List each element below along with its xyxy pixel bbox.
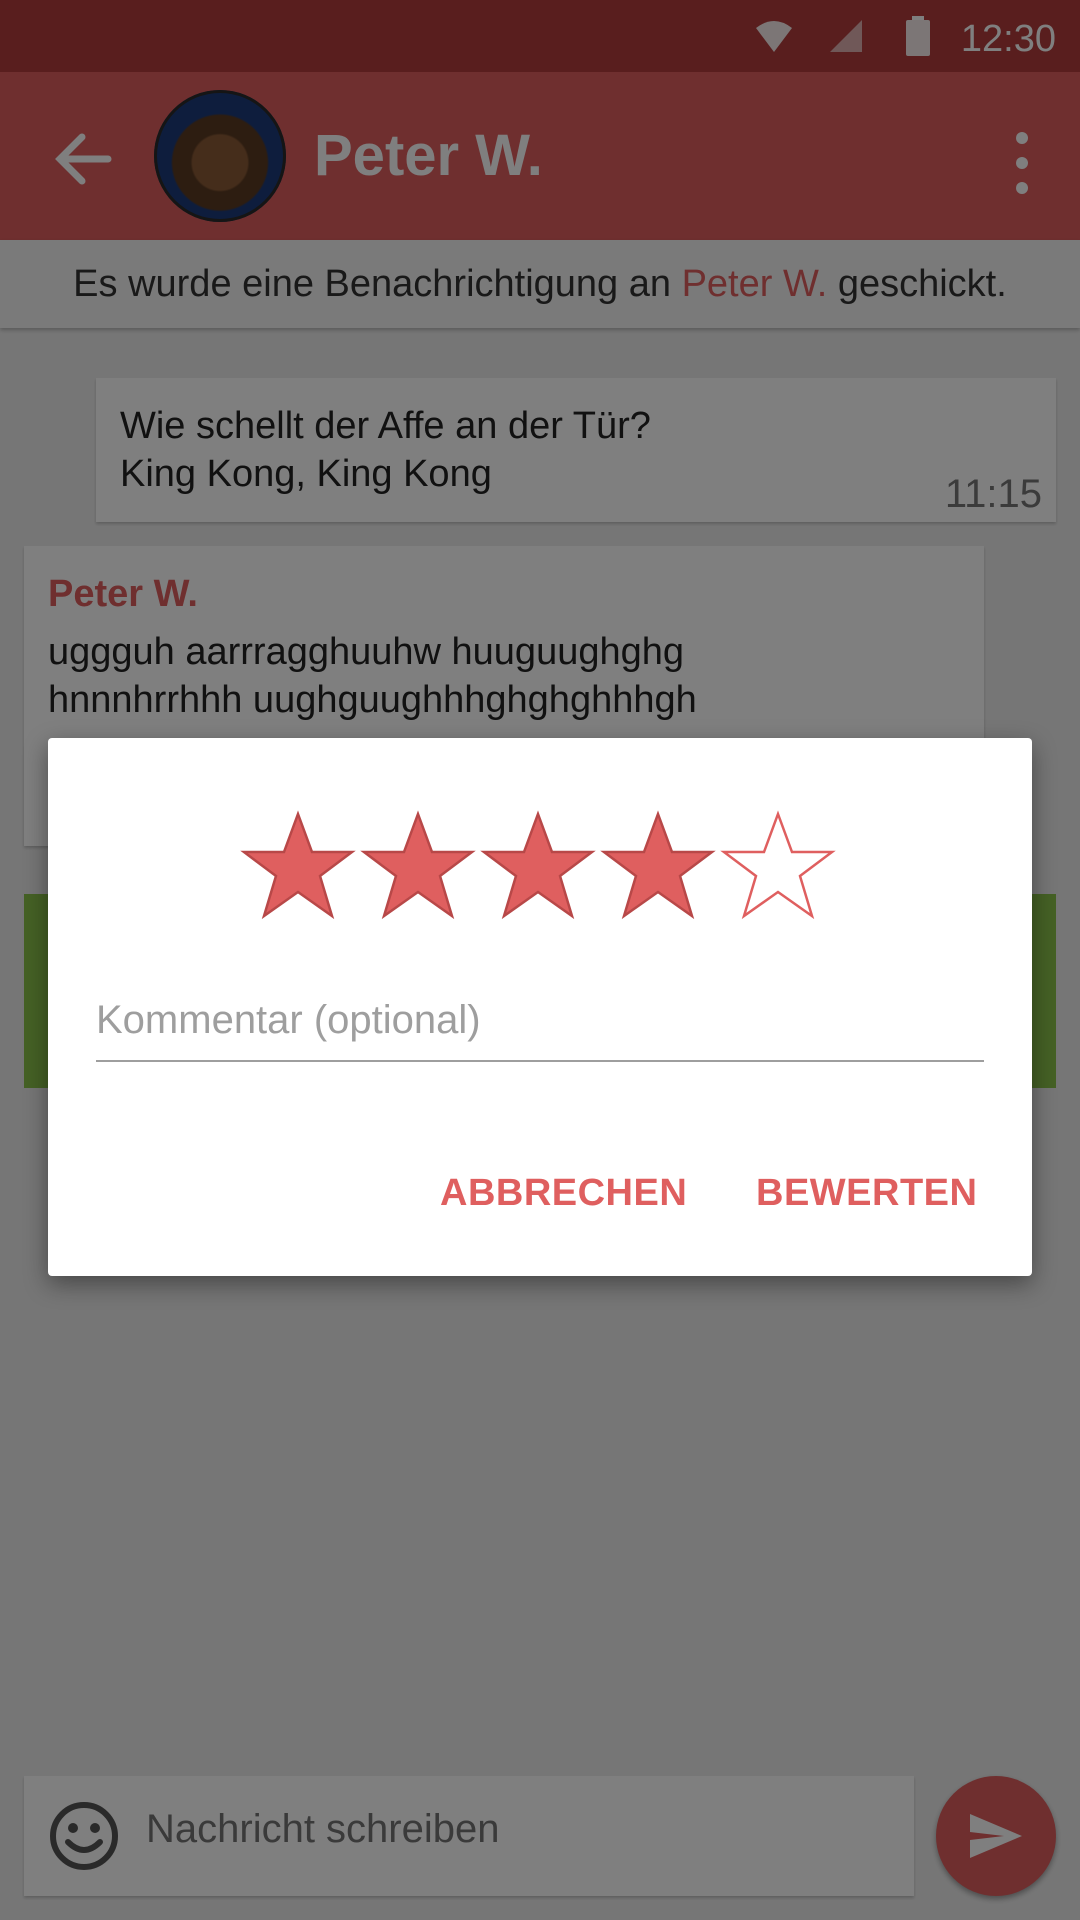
star-filled-icon[interactable] — [598, 808, 718, 928]
rate-button[interactable]: BEWERTEN — [756, 1172, 977, 1215]
comment-input[interactable] — [96, 988, 984, 1062]
star-filled-icon[interactable] — [358, 808, 478, 928]
star-filled-icon[interactable] — [478, 808, 598, 928]
cancel-button[interactable]: ABBRECHEN — [440, 1172, 687, 1215]
rating-dialog: ABBRECHEN BEWERTEN — [48, 738, 1032, 1276]
star-filled-icon[interactable] — [238, 808, 358, 928]
star-empty-icon[interactable] — [718, 808, 838, 928]
star-rating[interactable] — [238, 808, 838, 928]
